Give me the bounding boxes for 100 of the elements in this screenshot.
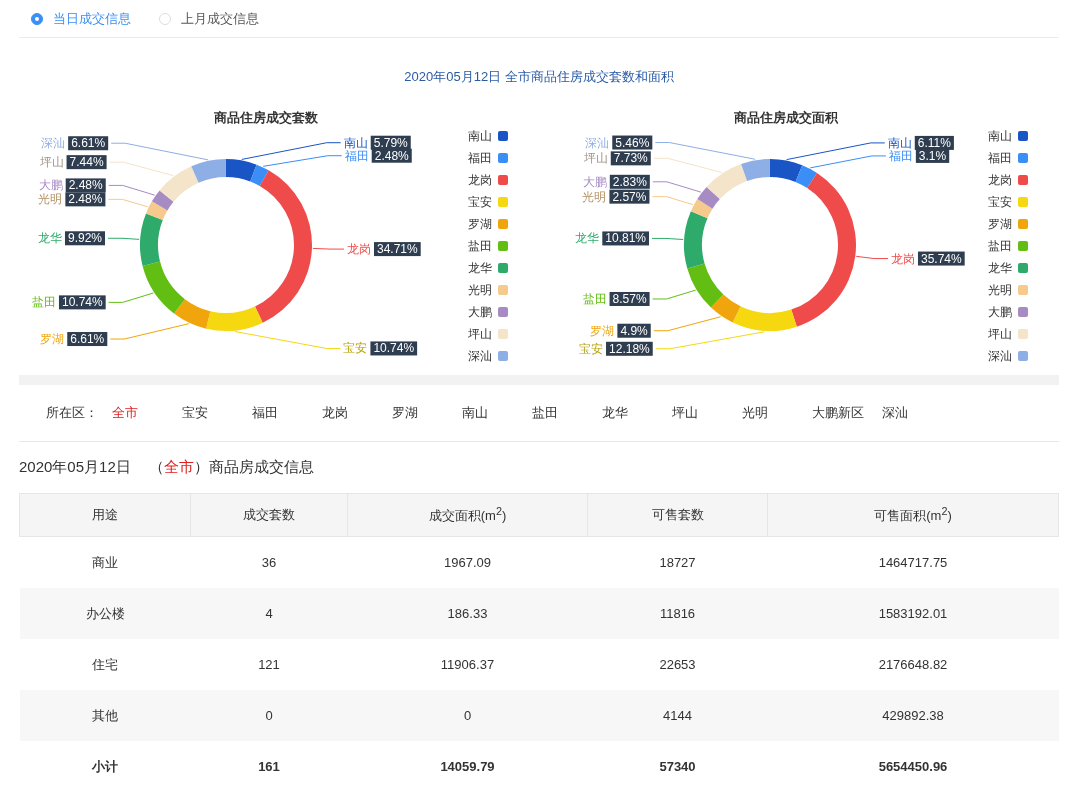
legend-item[interactable]: 光明 (988, 283, 1028, 297)
legend-item[interactable]: 宝安 (988, 195, 1028, 209)
legend-item[interactable]: 宝安 (468, 195, 508, 209)
slice-label: 光明 (582, 189, 607, 204)
table-cell: 121 (190, 639, 348, 690)
value-label: 2.48% (65, 178, 106, 193)
district-link[interactable]: 罗湖 (392, 404, 462, 422)
slice-label: 盐田 (582, 292, 607, 306)
table-cell: 0 (190, 690, 348, 741)
legend-item[interactable]: 龙华 (468, 261, 508, 275)
leader-line (107, 198, 149, 208)
legend-item[interactable]: 福田 (988, 151, 1028, 165)
table-cell: 161 (190, 741, 348, 792)
legend-item[interactable]: 深汕 (988, 349, 1028, 363)
value-label: 10.74% (58, 295, 106, 310)
district-link[interactable]: 全市 (112, 404, 182, 422)
district-link[interactable]: 福田 (252, 404, 322, 422)
value-label: 2.48% (65, 192, 106, 207)
table-cell: 57340 (587, 741, 768, 792)
value-label: 8.57% (609, 292, 650, 306)
table-cell: 22653 (587, 639, 768, 690)
legend-item[interactable]: 福田 (468, 151, 508, 165)
legend-item[interactable]: 大鹏 (988, 305, 1028, 319)
legend-item[interactable]: 南山 (468, 129, 508, 143)
table-cell: 11816 (587, 588, 768, 639)
slice-label: 罗湖 (40, 332, 65, 347)
slice-label: 宝安 (579, 341, 604, 356)
leader-line (855, 255, 889, 260)
slice-label: 坪山 (39, 155, 64, 170)
leader-line (108, 292, 154, 303)
table-cell: 其他 (19, 690, 191, 741)
value-label: 34.71% (374, 242, 421, 257)
district-link[interactable]: 大鹏新区 (812, 404, 882, 422)
slice-label: 福田 (888, 148, 913, 163)
legend-item[interactable]: 盐田 (468, 239, 508, 253)
legend-item[interactable]: 坪山 (988, 327, 1028, 341)
value-label: 7.44% (66, 155, 107, 170)
column-header: 用途 (19, 493, 191, 537)
district-link[interactable]: 龙岗 (322, 404, 392, 422)
slice-label: 南山 (343, 135, 368, 150)
value-label: 6.61% (68, 136, 109, 151)
slice-label: 深汕 (41, 136, 66, 151)
table-cell: 2176648.82 (767, 639, 1059, 690)
district-link[interactable]: 光明 (742, 404, 812, 422)
value-label: 6.11% (914, 135, 954, 150)
legend-item[interactable]: 罗湖 (468, 217, 508, 231)
radio-option[interactable]: 上月成交信息 (159, 9, 259, 28)
district-link[interactable]: 龙华 (602, 404, 672, 422)
leader-line (652, 289, 697, 300)
slice-label: 坪山 (583, 151, 608, 166)
value-label: 5.46% (612, 135, 653, 150)
district-link[interactable]: 宝安 (182, 404, 252, 422)
value-label: 9.92% (65, 231, 105, 246)
slice-label: 光明 (38, 192, 63, 207)
slice-label: 大鹏 (582, 174, 607, 189)
value-label: 4.9% (617, 323, 651, 338)
slice-label: 福田 (344, 148, 369, 163)
value-label: 2.83% (609, 174, 650, 189)
column-header: 可售面积(m$^{2}$) (767, 493, 1059, 537)
table-cell: 18727 (587, 536, 768, 588)
value-label: 10.74% (370, 341, 418, 356)
district-link[interactable]: 南山 (462, 404, 532, 422)
legend-item[interactable]: 深汕 (468, 349, 508, 363)
legend-item[interactable]: 坪山 (468, 327, 508, 341)
table-cell: 11906.37 (347, 639, 588, 690)
table-cell: 186.33 (347, 588, 588, 639)
charts-heading: 2020年05月12日 全市商品住房成交套数和面积 (403, 68, 675, 86)
leader-line (108, 184, 156, 196)
legend-item[interactable]: 南山 (988, 129, 1028, 143)
slice-label: 盐田 (31, 295, 56, 310)
legend-item[interactable]: 龙岗 (468, 173, 508, 187)
chart-title: 商品住房成交面积 (734, 110, 838, 125)
table-cell: 办公楼 (19, 588, 191, 639)
slice-label: 南山 (887, 135, 912, 150)
legend-item[interactable]: 光明 (468, 283, 508, 297)
section-title: （全市）商品房成交信息 (148, 458, 314, 477)
table-cell: 住宅 (19, 639, 191, 690)
filter-label: 所在区： (46, 404, 98, 422)
slice-label: 龙岗 (347, 242, 371, 257)
legend-item[interactable]: 龙华 (988, 261, 1028, 275)
table-cell: 小计 (19, 741, 191, 792)
legend-item[interactable]: 罗湖 (988, 217, 1028, 231)
date-label: 2020年05月12日 (19, 458, 131, 477)
table-cell: 1464717.75 (767, 536, 1059, 588)
table-cell: 4144 (587, 690, 768, 741)
value-label: 12.18% (606, 341, 653, 356)
leader-line (651, 237, 684, 240)
value-label: 2.57% (609, 189, 650, 204)
legend-item[interactable]: 盐田 (988, 239, 1028, 253)
leader-line (651, 196, 694, 206)
slice-label: 宝安 (343, 341, 368, 356)
district-link[interactable]: 坪山 (672, 404, 742, 422)
chart-title: 商品住房成交套数 (214, 110, 318, 125)
legend-item[interactable]: 大鹏 (468, 305, 508, 319)
legend-item[interactable]: 龙岗 (988, 173, 1028, 187)
radio-icon[interactable] (31, 12, 43, 25)
district-link[interactable]: 深汕 (882, 404, 952, 422)
table-cell: 4 (190, 588, 348, 639)
table-cell: 36 (190, 536, 348, 588)
district-link[interactable]: 盐田 (532, 404, 602, 422)
